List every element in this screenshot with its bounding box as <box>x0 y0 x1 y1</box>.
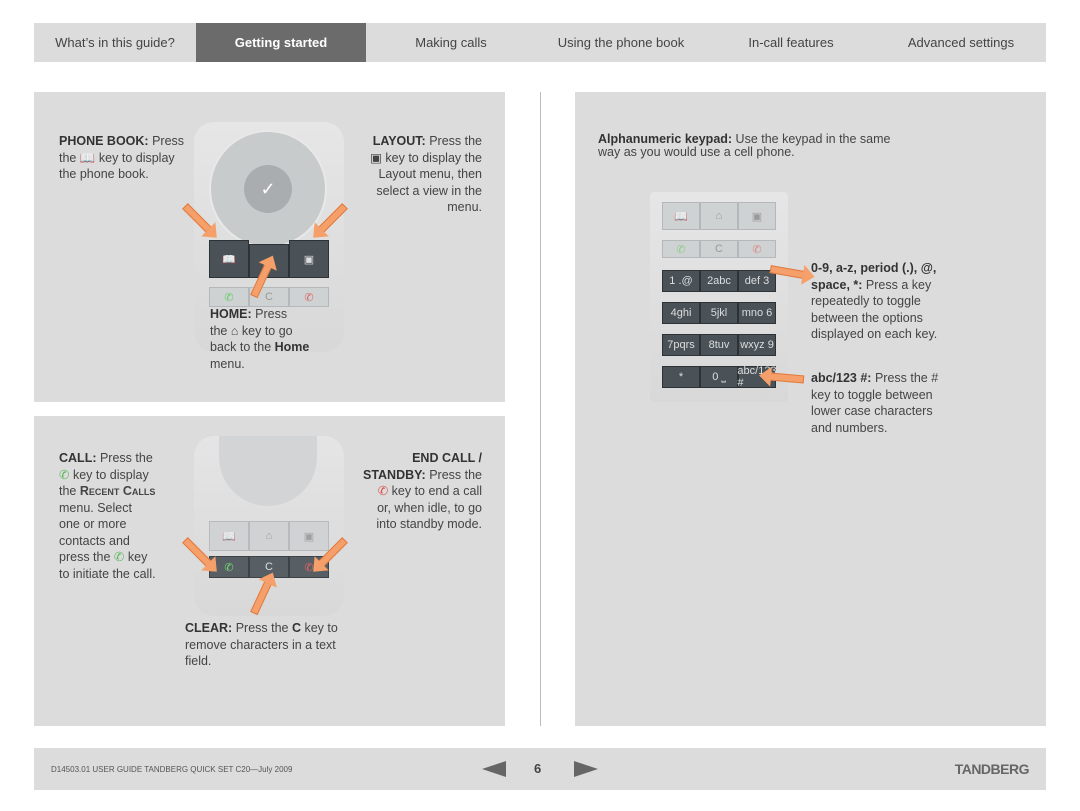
keypad-key[interactable]: mno 6 <box>738 302 776 324</box>
call-icon: ✆ <box>113 550 125 564</box>
chars-text: 0-9, a-z, period (.), @, space, *: Press… <box>811 261 938 341</box>
tab-advanced-settings[interactable]: Advanced settings <box>876 23 1046 62</box>
phonebook-text: PHONE BOOK: Press the 📖 key to display t… <box>59 134 185 181</box>
keypad-key[interactable]: 0 ⎵ <box>700 366 738 388</box>
home-key[interactable]: ⌂ <box>700 202 738 230</box>
next-page-icon[interactable] <box>574 761 598 777</box>
abc-text: abc/123 #: Press the # key to toggle bet… <box>811 371 939 435</box>
call-key[interactable]: ✆ <box>209 287 249 307</box>
divider <box>540 92 541 726</box>
phonebook-key[interactable]: 📖 <box>662 202 700 230</box>
tab-in-call-features[interactable]: In-call features <box>706 23 876 62</box>
end-call-text: END CALL / STANDBY: Press the ✆ key to e… <box>362 451 482 531</box>
layout-key[interactable]: ▣ <box>289 521 329 551</box>
end-call-icon: ✆ <box>377 484 389 498</box>
tab-whats-in-this-guide[interactable]: What’s in this guide? <box>34 23 196 62</box>
end-call-key[interactable]: ✆ <box>289 287 329 307</box>
layout-key[interactable]: ▣ <box>738 202 776 230</box>
tab-getting-started[interactable]: Getting started <box>196 23 366 62</box>
tandberg-logo: TANDBERG <box>954 761 1030 777</box>
right-panel: Alphanumeric keypad: Use the keypad in t… <box>575 92 1046 726</box>
home-key[interactable]: ⌂ <box>249 521 289 551</box>
phonebook-key[interactable]: 📖 <box>209 521 249 551</box>
call-text: CALL: Press the ✆ key to display the Rec… <box>59 451 156 581</box>
previous-page-icon[interactable] <box>482 761 506 777</box>
phonebook-icon: 📖 <box>79 150 96 165</box>
call-icon: ✆ <box>59 467 70 482</box>
keypad-key[interactable]: * <box>662 366 700 388</box>
call-key[interactable]: ✆ <box>662 240 700 258</box>
keypad-key[interactable]: 8tuv <box>700 334 738 356</box>
tab-using-phone-book[interactable]: Using the phone book <box>536 23 706 62</box>
layout-key[interactable]: ▣ <box>289 240 329 278</box>
top-panel: ✓ 📖 ⌂ ▣ ✆ C ✆ PHONE BOOK: Press the 📖 ke… <box>34 92 505 402</box>
phonebook-key[interactable]: 📖 <box>209 240 249 278</box>
clear-text: CLEAR: Press the C key to remove charact… <box>185 621 338 668</box>
keypad-key[interactable]: 2abc <box>700 270 738 292</box>
layout-icon: ▣ <box>370 150 382 165</box>
keypad-intro: Alphanumeric keypad: Use the keypad in t… <box>598 132 891 159</box>
keypad-key[interactable]: 7pqrs <box>662 334 700 356</box>
keypad-key[interactable]: 1 .@ <box>662 270 700 292</box>
keypad-key[interactable]: wxyz 9 <box>738 334 776 356</box>
keypad-key[interactable]: def 3 <box>738 270 776 292</box>
page-number: 6 <box>534 761 542 776</box>
bottom-panel: 📖 ⌂ ▣ ✆ C ✆ CALL: Press the ✆ key to dis… <box>34 416 505 726</box>
tab-making-calls[interactable]: Making calls <box>366 23 536 62</box>
end-call-key[interactable]: ✆ <box>738 240 776 258</box>
document-info: D14503.01 USER GUIDE TANDBERG QUICK SET … <box>51 765 293 774</box>
home-text: HOME: Press the ⌂ key to go back to the … <box>210 307 310 371</box>
clear-key[interactable]: C <box>700 240 738 258</box>
footer: D14503.01 USER GUIDE TANDBERG QUICK SET … <box>34 748 1046 790</box>
layout-text: LAYOUT: Press the ▣ key to display the L… <box>370 134 482 214</box>
keypad-key[interactable]: 5jkl <box>700 302 738 324</box>
nav-bar: What’s in this guide? Getting started Ma… <box>34 23 1046 62</box>
ok-icon: ✓ <box>244 165 292 213</box>
keypad-key[interactable]: 4ghi <box>662 302 700 324</box>
